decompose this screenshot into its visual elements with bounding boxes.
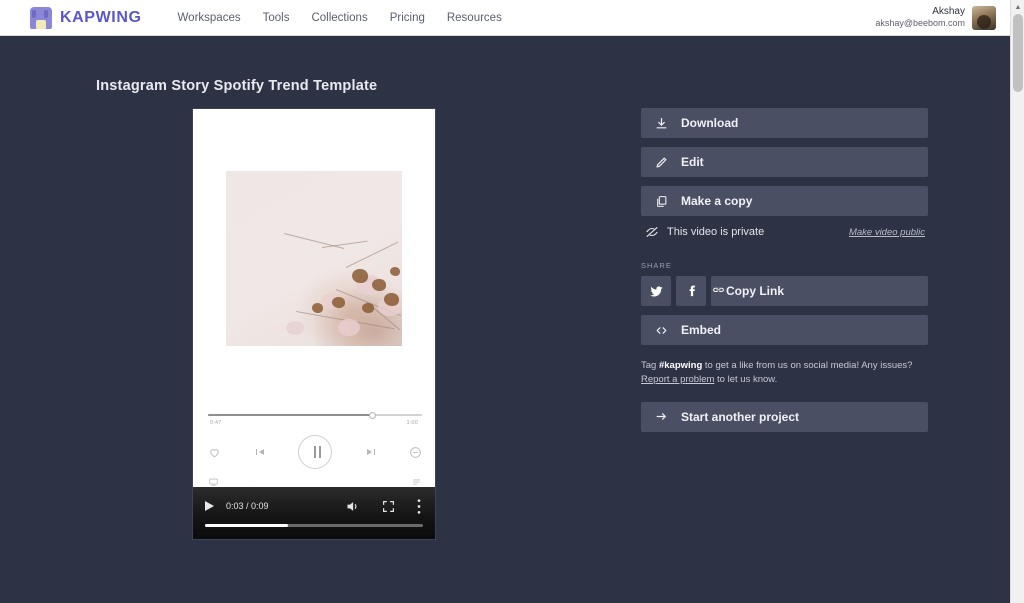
share-section-label: SHARE <box>641 261 672 270</box>
track-secondary-controls <box>208 477 422 487</box>
nav-item-tools[interactable]: Tools <box>263 12 290 24</box>
note-middle: to get a like from us on social media! A… <box>702 360 913 371</box>
code-icon <box>641 324 681 337</box>
edit-label: Edit <box>681 155 704 169</box>
volume-icon[interactable] <box>345 499 360 514</box>
player-time-display: 0:03 / 0:09 <box>226 501 269 511</box>
eye-off-icon <box>645 225 659 239</box>
embed-button[interactable]: Embed <box>641 315 928 345</box>
nav-item-resources[interactable]: Resources <box>447 12 502 24</box>
link-icon <box>711 285 726 298</box>
start-another-project-label: Start another project <box>681 409 800 424</box>
scrollbar-thumb[interactable] <box>1013 14 1023 92</box>
embed-label: Embed <box>681 323 722 337</box>
note-prefix: Tag <box>641 360 659 371</box>
album-art-image <box>226 171 402 346</box>
page-title: Instagram Story Spotify Trend Template <box>96 78 378 94</box>
user-email: akshay@beebom.com <box>875 18 965 29</box>
player-seek-fill <box>205 524 288 527</box>
player-right-controls <box>345 498 421 514</box>
track-progress-handle[interactable] <box>368 411 376 419</box>
video-preview-card[interactable]: 0:47 1:00 0:03 / 0:09 <box>192 108 436 540</box>
facebook-icon <box>684 284 699 299</box>
note-suffix: to let us know. <box>714 374 778 386</box>
make-video-public-link[interactable]: Make video public <box>849 227 925 238</box>
user-account[interactable]: Akshay akshay@beebom.com <box>875 5 996 30</box>
user-name: Akshay <box>932 5 965 17</box>
download-label: Download <box>681 116 739 130</box>
pencil-icon <box>641 156 681 169</box>
make-copy-button[interactable]: Make a copy <box>641 186 928 216</box>
pause-button[interactable] <box>298 435 332 469</box>
start-another-project-button[interactable]: Start another project <box>641 401 928 432</box>
more-options-icon[interactable] <box>417 498 421 514</box>
nav-item-pricing[interactable]: Pricing <box>390 12 425 24</box>
html5-video-controls: 0:03 / 0:09 <box>193 487 435 539</box>
previous-track-icon[interactable] <box>253 446 267 458</box>
actions-panel: Download Edit Make a copy This video is … <box>641 108 928 441</box>
copy-link-label: Copy Link <box>726 284 785 298</box>
share-buttons-row: Copy Link <box>641 276 928 306</box>
download-button[interactable]: Download <box>641 108 928 138</box>
main-nav: Workspaces Tools Collections Pricing Res… <box>178 12 502 24</box>
note-hashtag: #kapwing <box>658 360 703 371</box>
track-current-time: 0:47 <box>210 420 222 426</box>
kapwing-logo-icon <box>30 6 52 29</box>
community-note: Tag #kapwing to get a like from us on so… <box>641 359 928 388</box>
scroll-up-icon[interactable]: ▲ <box>1011 0 1024 14</box>
track-total-time: 1:00 <box>406 420 418 426</box>
nav-item-workspaces[interactable]: Workspaces <box>178 12 241 24</box>
devices-icon[interactable] <box>208 477 219 487</box>
queue-list-icon[interactable] <box>411 477 422 487</box>
twitter-icon <box>649 284 664 299</box>
download-icon <box>641 117 681 130</box>
track-progress-bar[interactable] <box>208 411 422 419</box>
avatar[interactable] <box>972 5 996 30</box>
copy-icon <box>641 195 681 208</box>
player-seek-bar[interactable] <box>205 524 423 527</box>
share-facebook-button[interactable] <box>676 276 706 306</box>
copy-link-button[interactable]: Copy Link <box>711 276 928 306</box>
privacy-status-row: This video is private Make video public <box>641 225 928 239</box>
track-transport-controls <box>208 434 422 470</box>
fullscreen-icon[interactable] <box>382 500 395 513</box>
nav-item-collections[interactable]: Collections <box>311 12 367 24</box>
heart-icon[interactable] <box>208 446 221 459</box>
edit-button[interactable]: Edit <box>641 147 928 177</box>
brand-logo[interactable]: KAPWING <box>30 6 142 29</box>
brand-name: KAPWING <box>60 8 142 26</box>
track-progress-fill <box>208 414 371 416</box>
story-canvas: 0:47 1:00 0:03 / 0:09 <box>193 109 435 539</box>
site-header: KAPWING Workspaces Tools Collections Pri… <box>0 0 1010 36</box>
share-twitter-button[interactable] <box>641 276 671 306</box>
arrow-right-icon <box>641 410 681 423</box>
user-info: Akshay akshay@beebom.com <box>875 6 965 30</box>
minus-circle-icon[interactable] <box>409 446 422 459</box>
player-control-row: 0:03 / 0:09 <box>193 495 435 517</box>
play-button[interactable] <box>205 501 214 511</box>
next-track-icon[interactable] <box>364 446 378 458</box>
privacy-status-text: This video is private <box>667 226 765 238</box>
report-problem-link[interactable]: Report a problem <box>641 374 714 385</box>
page-scrollbar[interactable]: ▲ <box>1010 0 1024 603</box>
make-copy-label: Make a copy <box>681 194 753 208</box>
